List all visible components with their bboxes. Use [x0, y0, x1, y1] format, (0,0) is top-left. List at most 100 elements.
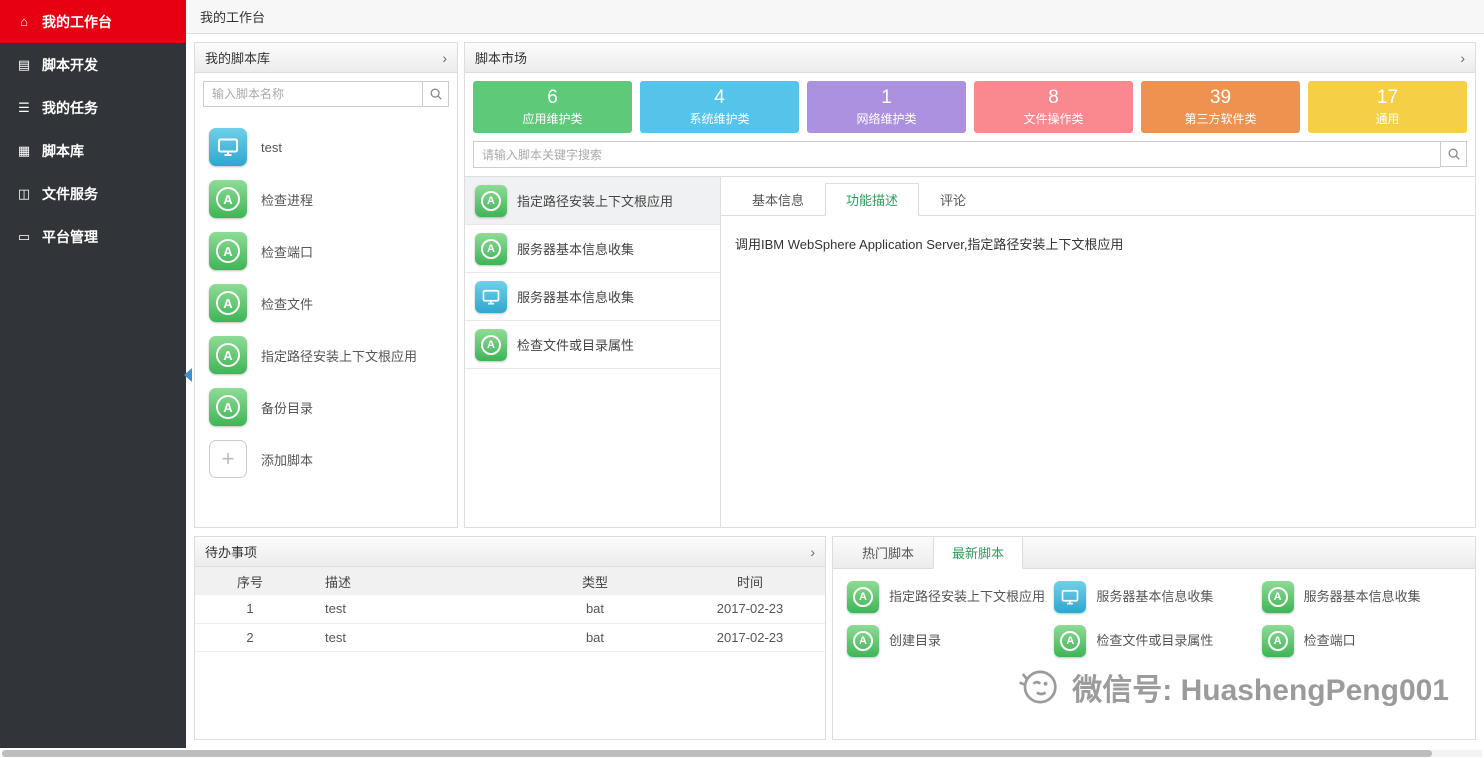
appstore-icon: A	[209, 232, 247, 270]
category-card-third-party[interactable]: 39 第三方软件类	[1141, 81, 1300, 133]
cell-type: bat	[515, 623, 675, 651]
category-label: 通用	[1308, 110, 1467, 127]
script-name: 备份目录	[261, 398, 313, 417]
horizontal-scrollbar[interactable]	[2, 750, 1482, 757]
list-item[interactable]: A 备份目录	[209, 381, 443, 433]
tab-latest-scripts[interactable]: 最新脚本	[933, 536, 1023, 569]
add-script-item[interactable]: + 添加脚本	[209, 433, 443, 485]
market-script-list: A 指定路径安装上下文根应用 A 服务器基本信息收集	[465, 177, 721, 527]
watermark-text: 微信号: HuashengPeng001	[1072, 665, 1449, 709]
script-name: 检查文件	[261, 294, 313, 313]
sidebar-item-my-tasks[interactable]: 我的任务	[0, 86, 186, 129]
list-item[interactable]: A 检查文件	[209, 277, 443, 329]
market-script-row[interactable]: A 指定路径安装上下文根应用	[465, 177, 720, 225]
category-count: 8	[974, 86, 1133, 110]
script-name: 指定路径安装上下文根应用	[889, 589, 1045, 606]
sidebar-item-label: 脚本库	[42, 141, 84, 161]
sidebar-item-platform-admin[interactable]: 平台管理	[0, 215, 186, 258]
appstore-icon: A	[1262, 625, 1294, 657]
script-name: 创建目录	[889, 633, 941, 650]
sidebar-item-script-library[interactable]: 脚本库	[0, 129, 186, 172]
category-label: 第三方软件类	[1141, 110, 1300, 127]
scrollbar-thumb[interactable]	[2, 750, 1432, 757]
category-card-app-maintenance[interactable]: 6 应用维护类	[473, 81, 632, 133]
script-name: 服务器基本信息收集	[517, 239, 634, 258]
list-item[interactable]: A 检查进程	[209, 173, 443, 225]
chevron-right-icon[interactable]: ›	[1460, 51, 1465, 65]
appstore-icon: A	[209, 336, 247, 374]
list-item[interactable]: A 检查端口	[209, 225, 443, 277]
market-script-row[interactable]: A 检查文件或目录属性	[465, 321, 720, 369]
list-item[interactable]: A 服务器基本信息收集	[1262, 581, 1461, 613]
tasks-icon	[16, 100, 32, 116]
market-script-row[interactable]: 服务器基本信息收集	[465, 273, 720, 321]
cell-index: 2	[195, 623, 305, 651]
sidebar-item-script-dev[interactable]: 脚本开发	[0, 43, 186, 86]
script-name: 服务器基本信息收集	[517, 287, 634, 306]
cell-description: test	[305, 595, 515, 623]
tab-function-description[interactable]: 功能描述	[825, 183, 919, 216]
sidebar-item-file-service[interactable]: 文件服务	[0, 172, 186, 215]
column-header: 类型	[515, 567, 675, 595]
chevron-right-icon[interactable]: ›	[810, 545, 815, 559]
panel-title: 待办事项	[205, 542, 257, 561]
script-name: 添加脚本	[261, 450, 313, 469]
home-icon	[16, 14, 32, 29]
script-name: 指定路径安装上下文根应用	[261, 346, 417, 365]
chevron-right-icon[interactable]: ›	[442, 51, 447, 65]
script-name: 检查端口	[261, 242, 313, 261]
appstore-icon: A	[209, 284, 247, 322]
category-card-general[interactable]: 17 通用	[1308, 81, 1467, 133]
list-item[interactable]: A 指定路径安装上下文根应用	[847, 581, 1046, 613]
script-name: 检查文件或目录属性	[517, 335, 634, 354]
script-market-panel: 脚本市场 › 6 应用维护类 4 系统维护类 1	[464, 42, 1476, 528]
script-description: 调用IBM WebSphere Application Server,指定路径安…	[721, 216, 1475, 271]
appstore-icon: A	[847, 581, 879, 613]
list-item[interactable]: A 指定路径安装上下文根应用	[209, 329, 443, 381]
todo-panel-header: 待办事项 ›	[195, 537, 825, 567]
column-header: 时间	[675, 567, 825, 595]
page-title: 我的工作台	[200, 7, 265, 26]
sidebar: 我的工作台 脚本开发 我的任务 脚本库 文件服务 平台管理	[0, 0, 186, 748]
column-header: 序号	[195, 567, 305, 595]
sidebar-item-label: 文件服务	[42, 184, 98, 204]
category-count: 1	[807, 86, 966, 110]
list-item[interactable]: A 检查端口	[1262, 625, 1461, 657]
list-item[interactable]: A 检查文件或目录属性	[1054, 625, 1253, 657]
tab-hot-scripts[interactable]: 热门脚本	[843, 536, 933, 569]
tab-comments[interactable]: 评论	[919, 183, 987, 216]
panel-collapse-arrow-icon[interactable]	[184, 368, 192, 382]
market-search-button[interactable]	[1440, 141, 1467, 167]
appstore-icon: A	[1262, 581, 1294, 613]
tab-basic-info[interactable]: 基本信息	[731, 183, 825, 216]
appstore-icon: A	[847, 625, 879, 657]
category-card-system-maintenance[interactable]: 4 系统维护类	[640, 81, 799, 133]
list-item[interactable]: test	[209, 121, 443, 173]
appstore-icon: A	[475, 329, 507, 361]
sidebar-item-label: 脚本开发	[42, 55, 98, 75]
add-icon: +	[209, 440, 247, 478]
monitor-app-icon	[209, 128, 247, 166]
list-item[interactable]: 服务器基本信息收集	[1054, 581, 1253, 613]
category-count: 17	[1308, 86, 1467, 110]
my-scripts-list: test A 检查进程 A 检查端口 A 检查文件	[195, 115, 457, 491]
table-row[interactable]: 1 test bat 2017-02-23	[195, 595, 825, 623]
category-label: 应用维护类	[473, 110, 632, 127]
category-card-file-operations[interactable]: 8 文件操作类	[974, 81, 1133, 133]
sidebar-item-label: 我的工作台	[42, 12, 112, 32]
sidebar-item-workbench[interactable]: 我的工作台	[0, 0, 186, 43]
category-label: 系统维护类	[640, 110, 799, 127]
market-search-input[interactable]	[473, 141, 1440, 168]
my-scripts-search-button[interactable]	[422, 81, 449, 107]
platform-icon	[16, 229, 32, 245]
table-row[interactable]: 2 test bat 2017-02-23	[195, 623, 825, 651]
table-header-row: 序号 描述 类型 时间	[195, 567, 825, 595]
todo-panel: 待办事项 › 序号 描述 类型 时间	[194, 536, 826, 740]
my-scripts-search-input[interactable]	[203, 81, 422, 107]
script-name: 服务器基本信息收集	[1304, 589, 1421, 606]
script-name: 检查端口	[1304, 633, 1356, 650]
market-script-row[interactable]: A 服务器基本信息收集	[465, 225, 720, 273]
list-item[interactable]: A 创建目录	[847, 625, 1046, 657]
category-card-network-maintenance[interactable]: 1 网络维护类	[807, 81, 966, 133]
latest-panel-header: 热门脚本 最新脚本	[833, 537, 1475, 569]
